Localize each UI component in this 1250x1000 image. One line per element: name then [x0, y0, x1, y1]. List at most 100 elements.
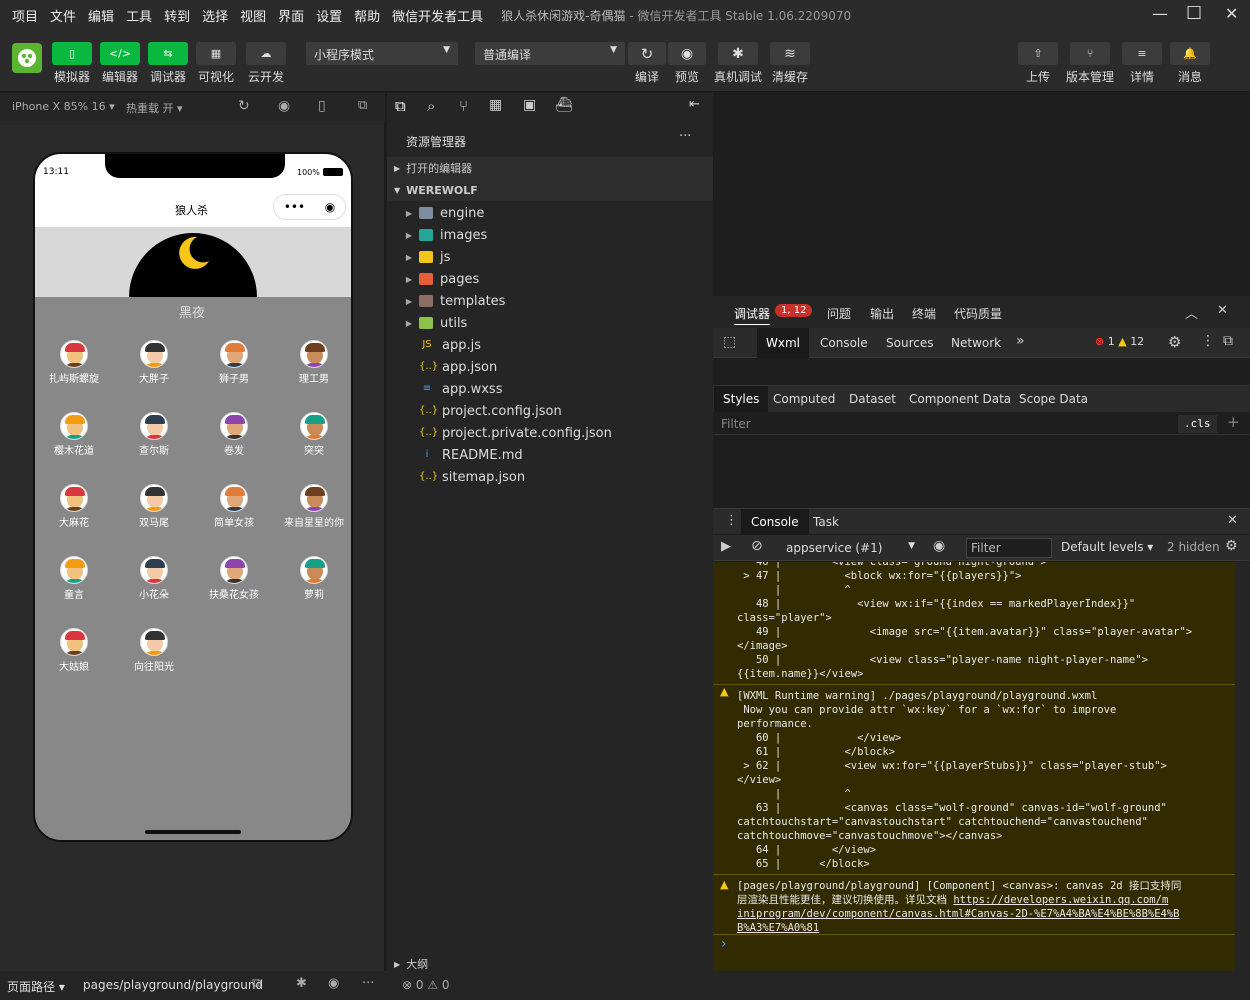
- more-icon[interactable]: ···: [362, 976, 374, 991]
- player-card[interactable]: 来自星星的你: [275, 484, 351, 544]
- player-card[interactable]: 简单女孩: [195, 484, 273, 544]
- console-filter-input[interactable]: Filter: [966, 538, 1052, 558]
- player-card[interactable]: 理工男: [275, 340, 351, 400]
- drawer-tab-task[interactable]: Task: [813, 515, 839, 529]
- cloud-button[interactable]: ☁: [246, 42, 286, 65]
- drawer-menu-icon[interactable]: ⋮: [725, 513, 738, 528]
- player-card[interactable]: 查尔斯: [115, 412, 193, 472]
- menu-interface[interactable]: 界面: [278, 6, 304, 25]
- context-select[interactable]: appservice (#1) ▼: [783, 538, 915, 558]
- mode-select[interactable]: 小程序模式 ▼: [306, 42, 458, 65]
- menu-project[interactable]: 项目: [12, 6, 38, 25]
- extensions-icon[interactable]: ▦: [489, 97, 502, 113]
- tab-network[interactable]: Network: [951, 336, 1001, 350]
- inspect-icon[interactable]: ⬚: [723, 334, 736, 350]
- levels-select[interactable]: Default levels ▾: [1061, 540, 1153, 554]
- clear-cache-button[interactable]: ≋: [770, 42, 810, 65]
- add-rule-icon[interactable]: +: [1227, 413, 1240, 431]
- debugger-button[interactable]: ⇆: [148, 42, 188, 65]
- version-button[interactable]: ⑂: [1070, 42, 1110, 65]
- file-item[interactable]: JS app.js: [387, 334, 713, 356]
- messages-button[interactable]: 🔔: [1170, 42, 1210, 65]
- player-card[interactable]: 大姑娘: [35, 628, 113, 688]
- player-card[interactable]: 狮子男: [195, 340, 273, 400]
- storage-icon[interactable]: ▣: [523, 97, 536, 113]
- problems-counter[interactable]: ⊗ 0 ⚠ 0: [402, 978, 450, 992]
- search-icon[interactable]: ⌕: [427, 97, 435, 115]
- clear-console-icon[interactable]: ⊘: [751, 538, 763, 554]
- rotate-icon[interactable]: ↻: [238, 98, 250, 114]
- eye-icon[interactable]: ◉: [328, 976, 339, 991]
- tab-component-data[interactable]: Component Data: [909, 392, 1011, 406]
- tab-debugger[interactable]: 调试器: [734, 305, 771, 325]
- player-card[interactable]: 萝莉: [275, 556, 351, 616]
- tab-code-quality[interactable]: 代码质量: [954, 305, 1002, 322]
- close-icon[interactable]: ✕: [1227, 513, 1238, 528]
- gear-icon[interactable]: ⚙: [1225, 538, 1238, 554]
- visual-button[interactable]: ▦: [196, 42, 236, 65]
- player-card[interactable]: 童言: [35, 556, 113, 616]
- tab-console[interactable]: Console: [820, 336, 868, 350]
- compile-select[interactable]: 普通编译 ▼: [475, 42, 625, 65]
- player-card[interactable]: 向往阳光: [115, 628, 193, 688]
- docs-link[interactable]: https://developers.weixin.qq.com/m inipr…: [737, 894, 1180, 934]
- close-miniprogram-icon[interactable]: ◉: [325, 200, 335, 214]
- player-card[interactable]: 大胖子: [115, 340, 193, 400]
- menu-tools[interactable]: 工具: [126, 6, 152, 25]
- player-card[interactable]: 扶桑花女孩: [195, 556, 273, 616]
- phone-icon[interactable]: ▯: [318, 98, 326, 114]
- editor-button[interactable]: </>: [100, 42, 140, 65]
- hot-reload-select[interactable]: 热重载 开 ▾: [126, 100, 183, 116]
- minimize-button[interactable]: —: [1152, 4, 1168, 23]
- sidebar-toggle-icon[interactable]: ▶: [721, 539, 731, 554]
- tab-computed[interactable]: Computed: [773, 392, 835, 406]
- eye-icon[interactable]: ◉: [933, 538, 945, 554]
- page-path-select[interactable]: 页面路径 ▾: [7, 978, 65, 995]
- console-scrollbar[interactable]: [1235, 562, 1250, 971]
- popout-icon[interactable]: ⧉: [358, 98, 367, 113]
- player-card[interactable]: 小花朵: [115, 556, 193, 616]
- menu-view[interactable]: 视图: [240, 6, 266, 25]
- file-item[interactable]: ≡ app.wxss: [387, 378, 713, 400]
- more-icon[interactable]: •••: [284, 200, 305, 214]
- file-item[interactable]: {..} sitemap.json: [387, 466, 713, 488]
- preview-button[interactable]: ◉: [668, 42, 706, 65]
- maximize-button[interactable]: ☐: [1186, 3, 1202, 24]
- simulator-button[interactable]: ▯: [52, 42, 92, 65]
- folder-item[interactable]: ▶ engine: [387, 202, 713, 224]
- menu-edit[interactable]: 编辑: [88, 6, 114, 25]
- tab-problems[interactable]: 问题: [827, 305, 851, 322]
- drawer-tab-console[interactable]: Console: [741, 509, 809, 535]
- menu-settings[interactable]: 设置: [316, 6, 342, 25]
- error-counter[interactable]: ⊗ 1 ▲ 12: [1095, 335, 1144, 348]
- files-icon[interactable]: ⧉: [395, 97, 406, 115]
- chevron-up-icon[interactable]: ︿: [1185, 303, 1198, 322]
- folder-item[interactable]: ▶ templates: [387, 290, 713, 312]
- styles-filter-input[interactable]: Filter: [721, 417, 751, 431]
- tab-output[interactable]: 输出: [870, 305, 894, 322]
- stop-icon[interactable]: ◉: [278, 98, 290, 114]
- remote-debug-button[interactable]: ✱: [718, 42, 758, 65]
- menu-select[interactable]: 选择: [202, 6, 228, 25]
- device-select[interactable]: iPhone X 85% 16 ▾: [12, 100, 115, 113]
- project-root-section[interactable]: ▼ WEREWOLF: [387, 179, 713, 201]
- collapse-panel-icon[interactable]: ⇤: [689, 97, 700, 112]
- player-card[interactable]: 大麻花: [35, 484, 113, 544]
- folder-item[interactable]: ▶ js: [387, 246, 713, 268]
- gear-icon[interactable]: ⚙: [1168, 333, 1181, 351]
- file-item[interactable]: {..} app.json: [387, 356, 713, 378]
- capsule-menu[interactable]: ••• ◉: [273, 194, 346, 220]
- file-item[interactable]: {..} project.config.json: [387, 400, 713, 422]
- open-editors-section[interactable]: ▶ 打开的编辑器: [387, 157, 713, 179]
- menu-help[interactable]: 帮助: [354, 6, 380, 25]
- tab-terminal[interactable]: 终端: [912, 305, 936, 322]
- close-window-button[interactable]: ✕: [1225, 4, 1238, 23]
- copy-icon[interactable]: ⧉: [252, 976, 261, 991]
- bug-icon[interactable]: ✱: [296, 976, 307, 991]
- more-actions-icon[interactable]: ···: [679, 129, 691, 144]
- dock-icon[interactable]: ⧉: [1223, 333, 1233, 349]
- player-card[interactable]: 卷发: [195, 412, 273, 472]
- player-card[interactable]: 樱木花道: [35, 412, 113, 472]
- docker-icon[interactable]: ⛴: [555, 97, 573, 113]
- upload-button[interactable]: ⇧: [1018, 42, 1058, 65]
